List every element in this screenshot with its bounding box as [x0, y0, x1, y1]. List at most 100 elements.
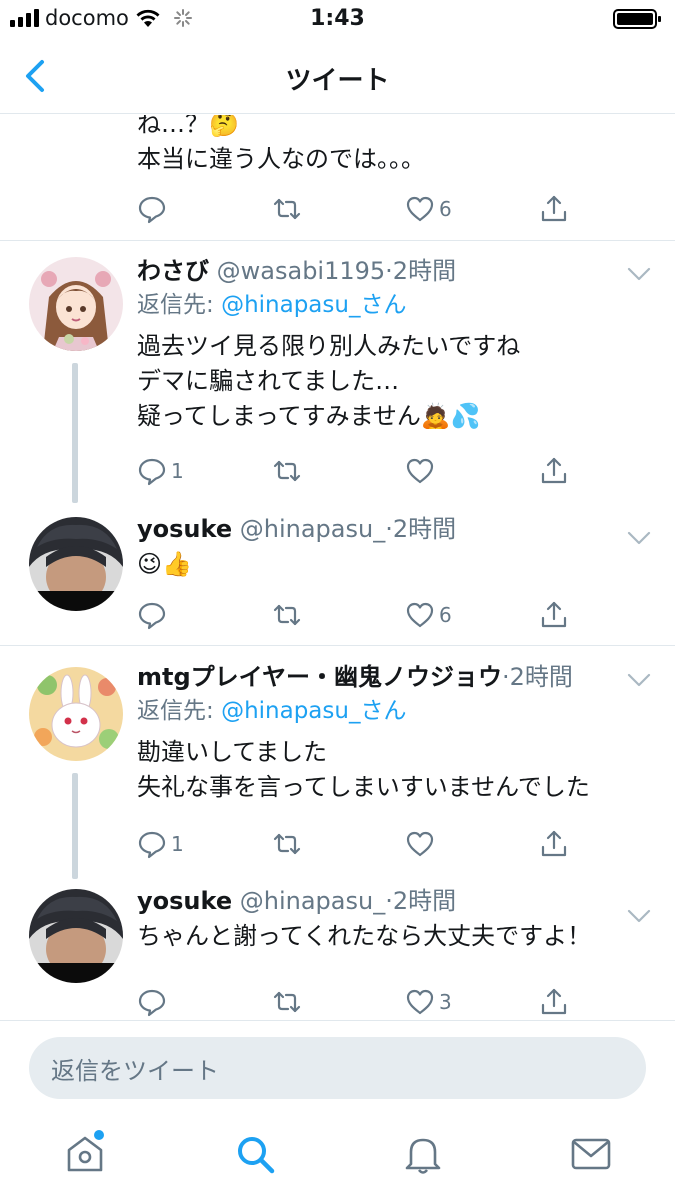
- reply-to-mention[interactable]: @hinapasu_さん: [221, 292, 406, 318]
- tweet-mtg-player[interactable]: mtgプレイヤー・幽鬼ノウジョウ·2時間 返信先: @hinapasu_さん 勘…: [0, 647, 675, 879]
- retweet-button[interactable]: [272, 827, 302, 861]
- tweet-text: ちゃんと謝ってくれたなら大丈夫ですよ！: [137, 922, 592, 950]
- retweet-button[interactable]: [272, 192, 302, 226]
- tweet-text: 過去ツイ見る限り別人みたいですね デマに騙されてました… 疑ってしまってすみませ…: [137, 332, 521, 430]
- author-name[interactable]: yosuke: [137, 887, 232, 915]
- heart-icon: [406, 989, 434, 1015]
- tweet-partial[interactable]: ね…？🤔 本当に違う人なのでは。。。 6: [0, 115, 675, 241]
- avatar[interactable]: [29, 257, 123, 351]
- reply-button[interactable]: [137, 598, 167, 632]
- tweet-text-line-1: ね…？🤔: [137, 115, 239, 138]
- tweet-time: ·2時間: [385, 515, 457, 543]
- bell-icon[interactable]: [401, 1132, 445, 1176]
- reply-to-line: 返信先: @hinapasu_さん: [137, 693, 655, 729]
- tweet-actions: 1: [137, 454, 577, 488]
- retweet-icon: [273, 460, 301, 482]
- reply-input[interactable]: 返信をツイート: [29, 1037, 646, 1099]
- share-icon: [541, 830, 567, 857]
- tweet-timeline[interactable]: ね…？🤔 本当に違う人なのでは。。。 6 わさび @wasabi1195·2時間…: [0, 115, 675, 1020]
- avatar[interactable]: [29, 517, 123, 611]
- tweet-actions: 6: [137, 192, 577, 226]
- like-button[interactable]: 6: [405, 192, 452, 226]
- reply-button[interactable]: [137, 192, 167, 226]
- thread-line: [72, 363, 78, 503]
- tweet-text-line-2: 本当に違う人なのでは。。。: [137, 145, 425, 173]
- like-count: 3: [439, 990, 452, 1014]
- heart-icon: [406, 196, 434, 222]
- author-name[interactable]: mtgプレイヤー・幽鬼ノウジョウ: [137, 663, 502, 691]
- reply-icon: [138, 989, 166, 1017]
- share-icon: [541, 601, 567, 628]
- retweet-button[interactable]: [272, 598, 302, 632]
- author-name[interactable]: わさび: [137, 257, 209, 285]
- reply-to-label: 返信先:: [137, 698, 214, 724]
- tweet-actions: 6: [137, 598, 577, 632]
- reply-to-mention[interactable]: @hinapasu_さん: [221, 698, 406, 724]
- author-handle[interactable]: @hinapasu_: [240, 887, 385, 915]
- tab-bar: [0, 1118, 675, 1200]
- tweet-actions: 3: [137, 985, 577, 1019]
- reply-to-label: 返信先:: [137, 292, 214, 318]
- nav-bar: ツイート: [0, 40, 675, 114]
- tweet-time: ·2時間: [385, 887, 457, 915]
- thread-line: [72, 773, 78, 879]
- share-icon: [541, 988, 567, 1015]
- retweet-icon: [273, 604, 301, 626]
- reply-count: 1: [171, 459, 184, 483]
- avatar-photo-image: [29, 517, 123, 611]
- tweet-text: 😉👍: [137, 550, 192, 578]
- avatar[interactable]: [29, 667, 123, 761]
- reply-icon: [138, 458, 166, 486]
- author-name[interactable]: yosuke: [137, 515, 232, 543]
- like-button[interactable]: [405, 827, 439, 861]
- author-handle[interactable]: @wasabi1195: [217, 257, 386, 285]
- share-button[interactable]: [539, 598, 569, 632]
- mail-icon[interactable]: [569, 1132, 613, 1176]
- avatar-anime-girl-image: [29, 257, 123, 351]
- tweet-yosuke-reply-2[interactable]: yosuke @hinapasu_·2時間 ちゃんと謝ってくれたなら大丈夫ですよ…: [0, 879, 675, 1020]
- heart-icon: [406, 602, 434, 628]
- heart-icon: [406, 458, 434, 484]
- reply-icon: [138, 196, 166, 224]
- battery-icon: [613, 9, 661, 29]
- retweet-icon: [273, 198, 301, 220]
- retweet-icon: [273, 833, 301, 855]
- share-button[interactable]: [539, 985, 569, 1019]
- heart-icon: [406, 831, 434, 857]
- share-button[interactable]: [539, 454, 569, 488]
- tweet-yosuke-reply-1[interactable]: yosuke @hinapasu_·2時間 😉👍 6: [0, 503, 675, 646]
- share-button[interactable]: [539, 192, 569, 226]
- notification-dot: [94, 1130, 104, 1140]
- tweet-time: ·2時間: [501, 663, 573, 691]
- reply-icon: [138, 831, 166, 859]
- tweet-text: 勘違いしてました 失礼な事を言ってしまいすいませんでした: [137, 738, 590, 801]
- page-title: ツイート: [285, 66, 390, 96]
- retweet-icon: [273, 991, 301, 1013]
- tweet-time: ·2時間: [385, 257, 457, 285]
- reply-button[interactable]: [137, 985, 167, 1019]
- share-button[interactable]: [539, 827, 569, 861]
- like-button[interactable]: 3: [405, 985, 452, 1019]
- reply-button[interactable]: 1: [137, 454, 184, 488]
- avatar-rabbit-image: [29, 667, 123, 761]
- like-count: 6: [439, 603, 452, 627]
- reply-button[interactable]: 1: [137, 827, 184, 861]
- status-time: 1:43: [310, 6, 365, 31]
- like-button[interactable]: [405, 454, 439, 488]
- like-count: 6: [439, 197, 452, 221]
- tweet-wasabi[interactable]: わさび @wasabi1195·2時間 返信先: @hinapasu_さん 過去…: [0, 241, 675, 503]
- tweet-actions: 1: [137, 827, 577, 861]
- status-bar: docomo 1:43: [0, 0, 675, 40]
- like-button[interactable]: 6: [405, 598, 452, 632]
- retweet-button[interactable]: [272, 985, 302, 1019]
- author-handle[interactable]: @hinapasu_: [240, 515, 385, 543]
- search-icon[interactable]: [233, 1132, 277, 1176]
- retweet-button[interactable]: [272, 454, 302, 488]
- divider: [0, 645, 675, 646]
- reply-icon: [138, 602, 166, 630]
- reply-count: 1: [171, 832, 184, 856]
- share-icon: [541, 195, 567, 222]
- avatar[interactable]: [29, 889, 123, 983]
- reply-to-line: 返信先: @hinapasu_さん: [137, 287, 655, 323]
- avatar-photo-image: [29, 889, 123, 983]
